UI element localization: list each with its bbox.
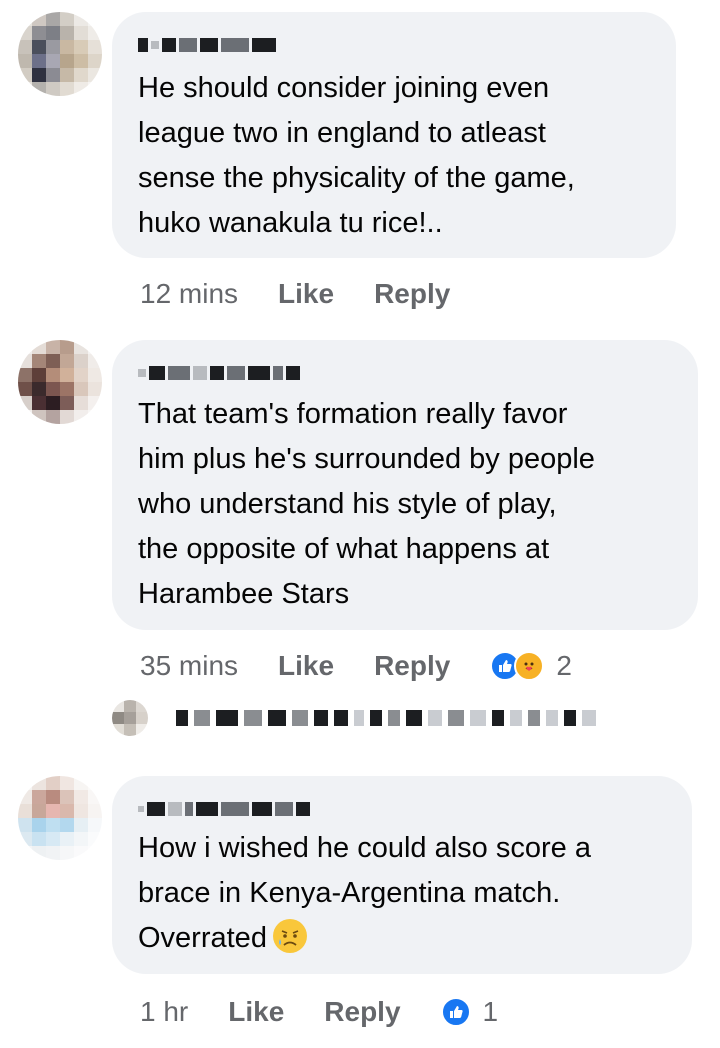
avatar — [112, 700, 148, 736]
care-icon — [514, 651, 545, 681]
comment-text: That team's formation really favor him p… — [138, 398, 595, 610]
comment-timestamp[interactable]: 1 hr — [140, 996, 188, 1028]
reaction-summary[interactable]: 1 — [440, 996, 499, 1028]
like-button[interactable]: Like — [278, 278, 334, 310]
reaction-count: 1 — [482, 996, 499, 1027]
comment-text: How i wished he could also score a brace… — [138, 832, 591, 954]
comment-bubble: That team's formation really favor him p… — [112, 340, 698, 630]
comment-bubble: He should consider joining even league t… — [112, 12, 676, 258]
like-icon — [440, 997, 471, 1027]
comment-timestamp[interactable]: 12 mins — [140, 278, 238, 310]
view-replies-row[interactable] — [112, 700, 596, 736]
reply-button[interactable]: Reply — [374, 278, 450, 310]
author-name[interactable] — [138, 800, 310, 818]
reply-preview — [176, 710, 596, 726]
comment-actions: 35 mins Like Reply 2 — [140, 646, 572, 686]
reaction-count: 2 — [556, 650, 572, 681]
avatar[interactable] — [18, 340, 102, 424]
comment-timestamp[interactable]: 35 mins — [140, 650, 238, 682]
reply-button[interactable]: Reply — [374, 650, 450, 682]
comment-actions: 1 hr Like Reply 1 — [140, 992, 498, 1032]
comment-text: He should consider joining even league t… — [138, 72, 575, 239]
like-button[interactable]: Like — [278, 650, 334, 682]
avatar[interactable] — [18, 776, 102, 860]
comment-bubble: How i wished he could also score a brace… — [112, 776, 692, 974]
avatar[interactable] — [18, 12, 102, 96]
reply-button[interactable]: Reply — [324, 996, 400, 1028]
author-name[interactable] — [138, 364, 300, 382]
like-button[interactable]: Like — [228, 996, 284, 1028]
comment-actions: 12 mins Like Reply — [140, 274, 490, 314]
reaction-summary[interactable]: 2 — [490, 650, 572, 682]
sad-relieved-face-icon — [272, 919, 307, 953]
author-name[interactable] — [138, 36, 276, 54]
